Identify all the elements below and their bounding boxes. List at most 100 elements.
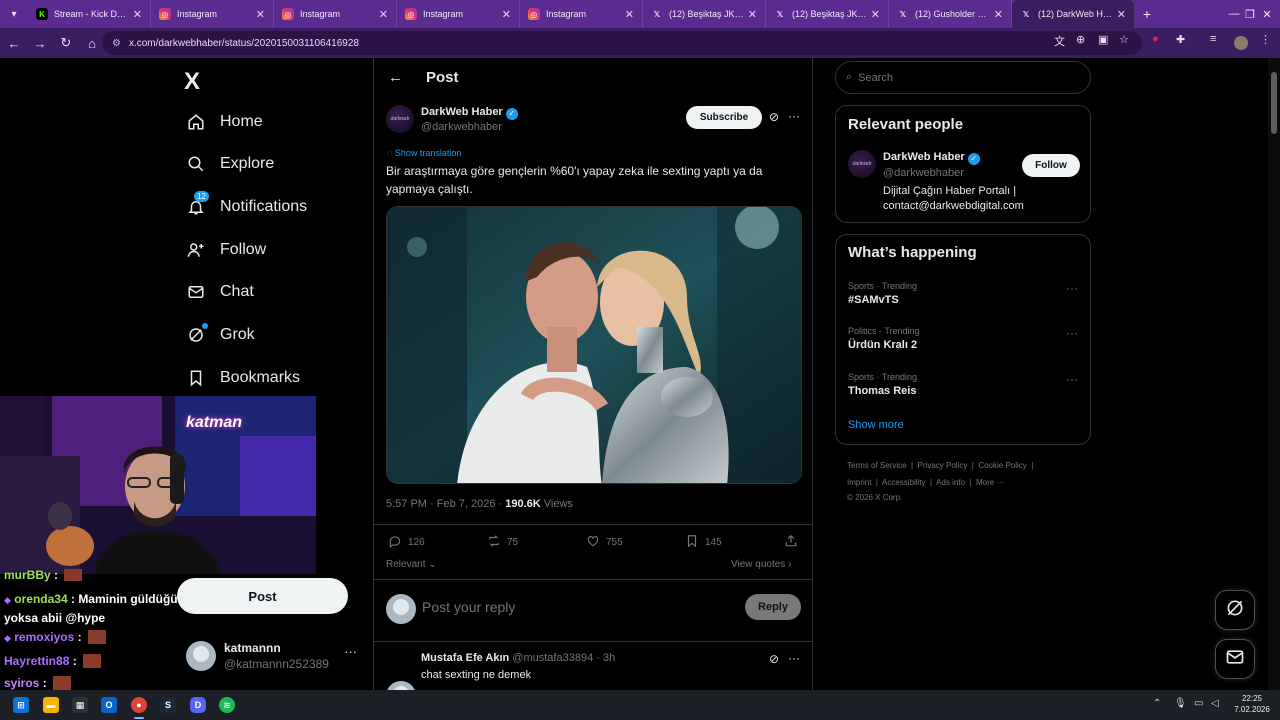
footer-link[interactable]: Accessibility	[882, 478, 926, 487]
show-translation-link[interactable]: ◌ Show translation	[387, 148, 461, 158]
close-window-icon[interactable]: ✕	[1254, 0, 1280, 28]
bookmark-star-icon[interactable]: ☆	[1119, 33, 1129, 46]
install-app-icon[interactable]: ▣	[1098, 33, 1108, 46]
tab-close-icon[interactable]: ✕	[748, 8, 757, 21]
tab-search-icon[interactable]: ▾	[0, 0, 28, 28]
browser-menu-icon[interactable]: ⋮	[1260, 33, 1271, 46]
nav-explore[interactable]: Explore	[186, 143, 274, 185]
browser-tab[interactable]: ◎ Instagram ✕	[520, 0, 643, 28]
like-action[interactable]: 755	[586, 534, 623, 551]
messages-float-button[interactable]	[1215, 639, 1255, 679]
browser-tab[interactable]: 𝕏 (12) Gusholder Haber ✕	[889, 0, 1012, 28]
back-icon[interactable]: ←	[2, 31, 26, 55]
account-switcher[interactable]: katmannn @katmannn252389 ···	[186, 638, 366, 678]
search-box[interactable]: ⌕ Search	[835, 61, 1091, 94]
reading-list-icon[interactable]: ≡	[1210, 33, 1216, 45]
back-arrow-icon[interactable]: ←	[388, 69, 403, 86]
grok-explain-icon[interactable]: ⊘	[769, 110, 779, 124]
page-scrollbar[interactable]	[1268, 58, 1280, 690]
zoom-icon[interactable]: ⊕	[1076, 33, 1085, 46]
browser-tab[interactable]: K Stream - Kick Dashboard ✕	[28, 0, 151, 28]
nav-home[interactable]: Home	[186, 101, 263, 143]
footer-link[interactable]: Privacy Policy	[918, 461, 968, 470]
subscribe-button[interactable]: Subscribe	[686, 106, 762, 129]
browser-tab[interactable]: 𝕏 (12) Beşiktaş JK on X: ✕	[643, 0, 766, 28]
discord-icon[interactable]: D	[190, 697, 206, 713]
repost-action[interactable]: 75	[487, 534, 518, 551]
tab-close-icon[interactable]: ✕	[502, 8, 511, 21]
footer-link[interactable]: More ···	[976, 478, 1004, 487]
extension-record-icon[interactable]: ●	[1152, 33, 1159, 45]
reply-button[interactable]: Reply	[745, 594, 801, 620]
tab-close-icon[interactable]: ✕	[871, 8, 880, 21]
profile-avatar[interactable]	[1234, 36, 1248, 50]
extensions-icon[interactable]: ✚	[1176, 33, 1185, 46]
follow-button[interactable]: Follow	[1022, 154, 1080, 177]
grok-explain-icon[interactable]: ⊘	[769, 652, 779, 666]
nav-follow[interactable]: Follow	[186, 229, 266, 271]
footer-link[interactable]: Cookie Policy	[978, 461, 1026, 470]
browser-tab[interactable]: ◎ Instagram ✕	[151, 0, 274, 28]
author-name-row[interactable]: DarkWeb Haber ✓	[421, 106, 518, 120]
post-image[interactable]	[386, 206, 802, 484]
scrollbar-thumb[interactable]	[1271, 72, 1277, 134]
author-avatar[interactable]: darkweb	[386, 105, 414, 133]
reply-author-handle[interactable]: @mustafa33894	[512, 652, 593, 664]
trend-item[interactable]: Sports · Trending #SAMvTS ···	[848, 281, 1080, 306]
show-more-link[interactable]: Show more	[848, 419, 904, 431]
author-handle[interactable]: @darkwebhaber	[421, 121, 502, 133]
view-quotes-link[interactable]: View quotes ›	[731, 559, 791, 570]
chrome-icon[interactable]: ●	[131, 697, 147, 713]
outlook-icon[interactable]: O	[101, 697, 117, 713]
tray-chevron-icon[interactable]: ⌃	[1153, 698, 1161, 709]
spotify-icon[interactable]: ≋	[219, 697, 235, 713]
reply-author-avatar[interactable]	[386, 681, 416, 690]
clock[interactable]: 22:25 7.02.2026	[1232, 693, 1272, 715]
browser-tab[interactable]: 𝕏 (12) DarkWeb Haber ✕	[1012, 0, 1135, 28]
footer-link[interactable]: Imprint	[847, 478, 871, 487]
home-browser-icon[interactable]: ⌂	[80, 31, 104, 55]
browser-tab[interactable]: 𝕏 (12) Beşiktaş JK on X: ✕	[766, 0, 889, 28]
grok-float-button[interactable]	[1215, 590, 1255, 630]
nav-grok[interactable]: Grok	[186, 314, 255, 356]
reply-input[interactable]: Post your reply	[422, 599, 515, 615]
tab-close-icon[interactable]: ✕	[379, 8, 388, 21]
nav-chat[interactable]: Chat	[186, 271, 254, 313]
footer-link[interactable]: Terms of Service	[847, 461, 907, 470]
reload-icon[interactable]: ↻	[54, 31, 78, 55]
more-options-icon[interactable]: ···	[1066, 281, 1078, 295]
volume-icon[interactable]: ◁	[1211, 698, 1219, 709]
search-input[interactable]: Search	[858, 72, 893, 84]
browser-tab[interactable]: ◎ Instagram ✕	[274, 0, 397, 28]
share-action[interactable]	[784, 534, 804, 551]
reply-action[interactable]: 126	[388, 534, 425, 551]
steam-icon[interactable]: S	[160, 697, 176, 713]
windows-start-icon[interactable]: ⊞	[13, 697, 29, 713]
trend-item[interactable]: Politics · Trending Ürdün Kralı 2 ···	[848, 326, 1080, 351]
tab-close-icon[interactable]: ✕	[1117, 8, 1126, 21]
footer-link[interactable]: Ads info	[936, 478, 965, 487]
trend-item[interactable]: Sports · Trending Thomas Reis ···	[848, 372, 1080, 397]
tab-close-icon[interactable]: ✕	[625, 8, 634, 21]
nav-notifications[interactable]: 12 Notifications	[186, 186, 307, 228]
tab-close-icon[interactable]: ✕	[256, 8, 265, 21]
new-tab-button[interactable]: +	[1135, 6, 1159, 22]
more-options-icon[interactable]: ···	[1066, 326, 1078, 340]
more-options-icon[interactable]: ···	[788, 651, 800, 665]
relevant-avatar[interactable]: darkweb	[848, 150, 876, 178]
network-icon[interactable]: ▭	[1194, 698, 1203, 709]
forward-icon[interactable]: →	[28, 31, 52, 55]
bookmark-action[interactable]: 145	[685, 534, 722, 551]
tab-close-icon[interactable]: ✕	[994, 8, 1003, 21]
more-options-icon[interactable]: ···	[1066, 372, 1078, 386]
x-logo[interactable]: X	[184, 68, 200, 96]
site-info-icon[interactable]: ⚙	[112, 38, 121, 49]
microphone-icon[interactable]: 🎙	[1174, 698, 1187, 709]
file-explorer-icon[interactable]: ▬	[43, 697, 59, 713]
browser-tab[interactable]: ◎ Instagram ✕	[397, 0, 520, 28]
relevant-name-row[interactable]: DarkWeb Haber ✓	[883, 151, 980, 165]
post-button[interactable]: Post	[177, 578, 348, 614]
sort-dropdown[interactable]: Relevant ⌄	[386, 559, 437, 570]
more-options-icon[interactable]: ···	[788, 109, 800, 123]
translate-icon[interactable]: 文	[1054, 33, 1065, 49]
